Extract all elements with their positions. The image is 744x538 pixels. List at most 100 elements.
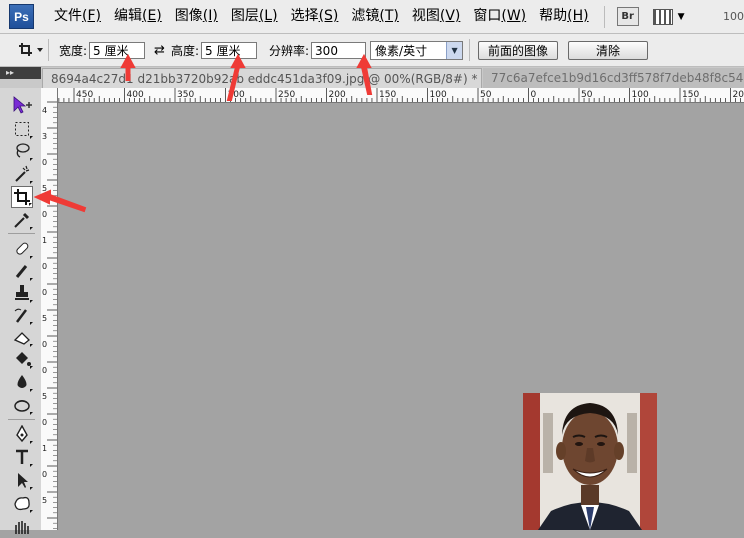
path-select-arrow-icon: [13, 471, 31, 489]
lasso-tool[interactable]: [11, 140, 33, 162]
magic-wand-tool[interactable]: [11, 163, 33, 185]
menu-image[interactable]: 图像(I): [169, 0, 225, 33]
ruler-label: 5: [42, 392, 47, 401]
menu-window[interactable]: 窗口(W): [467, 0, 533, 33]
ruler-label: 350: [177, 90, 194, 100]
menu-window-key: (W): [501, 8, 526, 24]
ruler-label: 300: [228, 90, 245, 100]
ruler-label: 1: [42, 444, 47, 453]
clone-stamp-tool[interactable]: [11, 282, 33, 304]
width-input[interactable]: 5 厘米: [89, 42, 145, 59]
menu-file-key: (F): [82, 8, 101, 24]
lasso-icon: [14, 142, 30, 160]
ruler-label: 5: [42, 184, 47, 193]
submenu-indicator: [30, 227, 33, 230]
ruler-label: 1: [42, 236, 47, 245]
history-brush-tool[interactable]: [11, 304, 33, 326]
history-brush-icon: [13, 306, 31, 324]
portrait-photo[interactable]: [523, 393, 657, 530]
move-tool[interactable]: [11, 94, 33, 116]
bridge-button[interactable]: Br: [617, 7, 639, 26]
eraser-tool[interactable]: [11, 326, 33, 348]
path-selection-tool[interactable]: [11, 469, 33, 491]
healing-brush-tool[interactable]: [11, 238, 33, 260]
collapse-panels-icon[interactable]: ▸▸: [0, 67, 41, 79]
brush-icon: [13, 262, 31, 280]
resolution-unit-value: 像素/英寸: [375, 42, 427, 59]
document-tab-inactive[interactable]: 77c6a7efce1b9d16cd3ff578f7deb48f8c54642: [483, 68, 744, 88]
paint-bucket-icon: [13, 350, 31, 368]
ruler-label: 0: [42, 470, 47, 479]
vertical-ruler[interactable]: 4305010050050105: [41, 88, 58, 530]
pen-icon: [13, 425, 31, 443]
menu-edit[interactable]: 编辑(E): [108, 0, 169, 33]
menu-help[interactable]: 帮助(H): [533, 0, 595, 33]
options-separator: [48, 39, 49, 61]
document-tab-active[interactable]: 8694a4c27d1 d21bb3720b92ab eddc451da3f09…: [42, 68, 482, 88]
ruler-label: 0: [42, 158, 47, 167]
custom-shape-tool[interactable]: [11, 492, 33, 514]
horizontal-ruler[interactable]: 45040035030025020015010050050100150200: [42, 88, 744, 103]
menu-file[interactable]: 文件(F): [48, 0, 108, 33]
clear-button[interactable]: 清除: [568, 41, 648, 60]
ruler-label: 250: [278, 90, 295, 100]
bandage-icon: [13, 240, 31, 258]
view-extras-icon[interactable]: [653, 9, 673, 25]
menu-view[interactable]: 视图(V): [406, 0, 468, 33]
ruler-label: 0: [42, 288, 47, 297]
menu-help-key: (H): [567, 8, 588, 24]
submenu-indicator: [30, 412, 33, 415]
menu-layer-label: 图层: [231, 8, 259, 24]
water-drop-icon: [13, 373, 31, 391]
menu-bar: Ps 文件(F) 编辑(E) 图像(I) 图层(L) 选择(S) 滤镜(T) 视…: [0, 0, 744, 34]
tool-preset-picker[interactable]: [14, 42, 48, 58]
submenu-indicator: [30, 181, 33, 184]
type-t-icon: [13, 448, 31, 466]
paint-bucket-tool[interactable]: [11, 348, 33, 370]
ruler-label: 5: [42, 496, 47, 505]
submenu-indicator: [30, 366, 33, 369]
brush-tool[interactable]: [11, 260, 33, 282]
submenu-indicator: [30, 464, 33, 467]
zoom-level[interactable]: 100: [723, 10, 744, 23]
menu-image-label: 图像: [175, 8, 203, 24]
menu-edit-label: 编辑: [114, 8, 142, 24]
crop-tool[interactable]: [11, 186, 33, 208]
ruler-label: 3: [42, 132, 47, 141]
dodge-tool[interactable]: [11, 394, 33, 416]
tools-panel: [0, 88, 42, 530]
menu-window-label: 窗口: [473, 8, 501, 24]
front-image-button[interactable]: 前面的图像: [478, 41, 558, 60]
eyedropper-tool[interactable]: [11, 209, 33, 231]
menu-select-label: 选择: [291, 8, 319, 24]
menu-select[interactable]: 选择(S): [285, 0, 346, 33]
menu-select-key: (S): [319, 8, 339, 24]
blur-tool[interactable]: [11, 371, 33, 393]
submenu-indicator: [30, 487, 33, 490]
chevron-down-icon[interactable]: ▼: [678, 12, 685, 22]
resolution-label: 分辨率:: [269, 42, 309, 59]
ruler-label: 0: [42, 418, 47, 427]
swap-dimensions-icon[interactable]: ⇄: [154, 43, 165, 58]
pen-tool[interactable]: [11, 423, 33, 445]
ruler-label: 100: [632, 90, 649, 100]
dodge-icon: [13, 396, 31, 414]
menu-filter[interactable]: 滤镜(T): [345, 0, 405, 33]
marquee-tool[interactable]: [11, 118, 33, 140]
photoshop-logo-icon: Ps: [9, 4, 34, 29]
resolution-input[interactable]: 300: [311, 42, 366, 59]
toolbox-divider: [8, 233, 35, 234]
height-label: 高度:: [171, 42, 199, 59]
hand-tool[interactable]: [11, 516, 33, 538]
stamp-icon: [13, 284, 31, 302]
ruler-label: 0: [42, 340, 47, 349]
ruler-label: 150: [682, 90, 699, 100]
menu-layer[interactable]: 图层(L): [225, 0, 285, 33]
menu-file-label: 文件: [54, 8, 82, 24]
height-input[interactable]: 5 厘米: [201, 42, 257, 59]
eyedropper-icon: [13, 211, 31, 229]
ruler-label: 400: [127, 90, 144, 100]
type-tool[interactable]: [11, 446, 33, 468]
move-arrow-icon: [12, 96, 32, 114]
resolution-unit-select[interactable]: 像素/英寸 ▼: [370, 41, 463, 60]
